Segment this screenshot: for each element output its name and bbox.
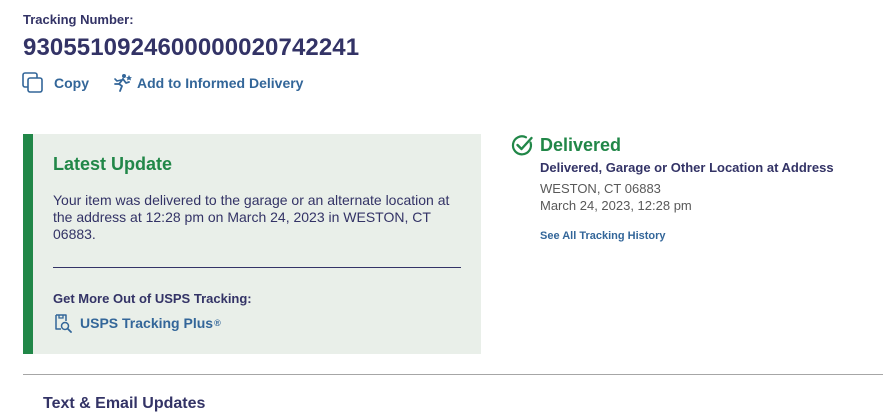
latest-update-panel: Latest Update Your item was delivered to… [23, 134, 481, 354]
runner-icon [111, 73, 133, 93]
status-detail: Delivered, Garage or Other Location at A… [540, 160, 834, 175]
add-to-informed-delivery-button[interactable]: Add to Informed Delivery [111, 73, 303, 93]
copy-label: Copy [54, 75, 89, 91]
latest-update-title: Latest Update [53, 154, 173, 174]
copy-icon [22, 72, 44, 94]
tracking-number-label: Tracking Number: [23, 12, 134, 27]
status-location: WESTON, CT 06883 [540, 181, 661, 196]
tracking-plus-icon [53, 313, 73, 333]
status-header: Delivered [511, 134, 834, 157]
usps-tracking-plus-link[interactable]: USPS Tracking Plus ® [53, 313, 221, 333]
status-date: March 24, 2023, 12:28 pm [540, 198, 692, 213]
tracking-actions: Copy Add to Informed Delivery [22, 72, 303, 94]
status-title: Delivered [540, 135, 622, 155]
more-tracking-title: Get More Out of USPS Tracking: [53, 291, 252, 306]
check-circle-icon [511, 134, 534, 157]
tracking-plus-label: USPS Tracking Plus [80, 315, 214, 331]
panel-divider [53, 267, 461, 268]
tracking-number: 9305510924600000020742241 [23, 34, 360, 61]
text-email-updates-heading[interactable]: Text & Email Updates [43, 395, 205, 413]
copy-button[interactable]: Copy [22, 72, 89, 94]
registered-mark: ® [214, 318, 221, 328]
section-divider [23, 374, 883, 375]
see-all-tracking-history-link[interactable]: See All Tracking History [540, 230, 666, 242]
latest-update-text: Your item was delivered to the garage or… [53, 192, 450, 242]
delivery-status: Delivered Delivered, Garage or Other Loc… [511, 134, 834, 244]
informed-delivery-label: Add to Informed Delivery [137, 75, 304, 91]
